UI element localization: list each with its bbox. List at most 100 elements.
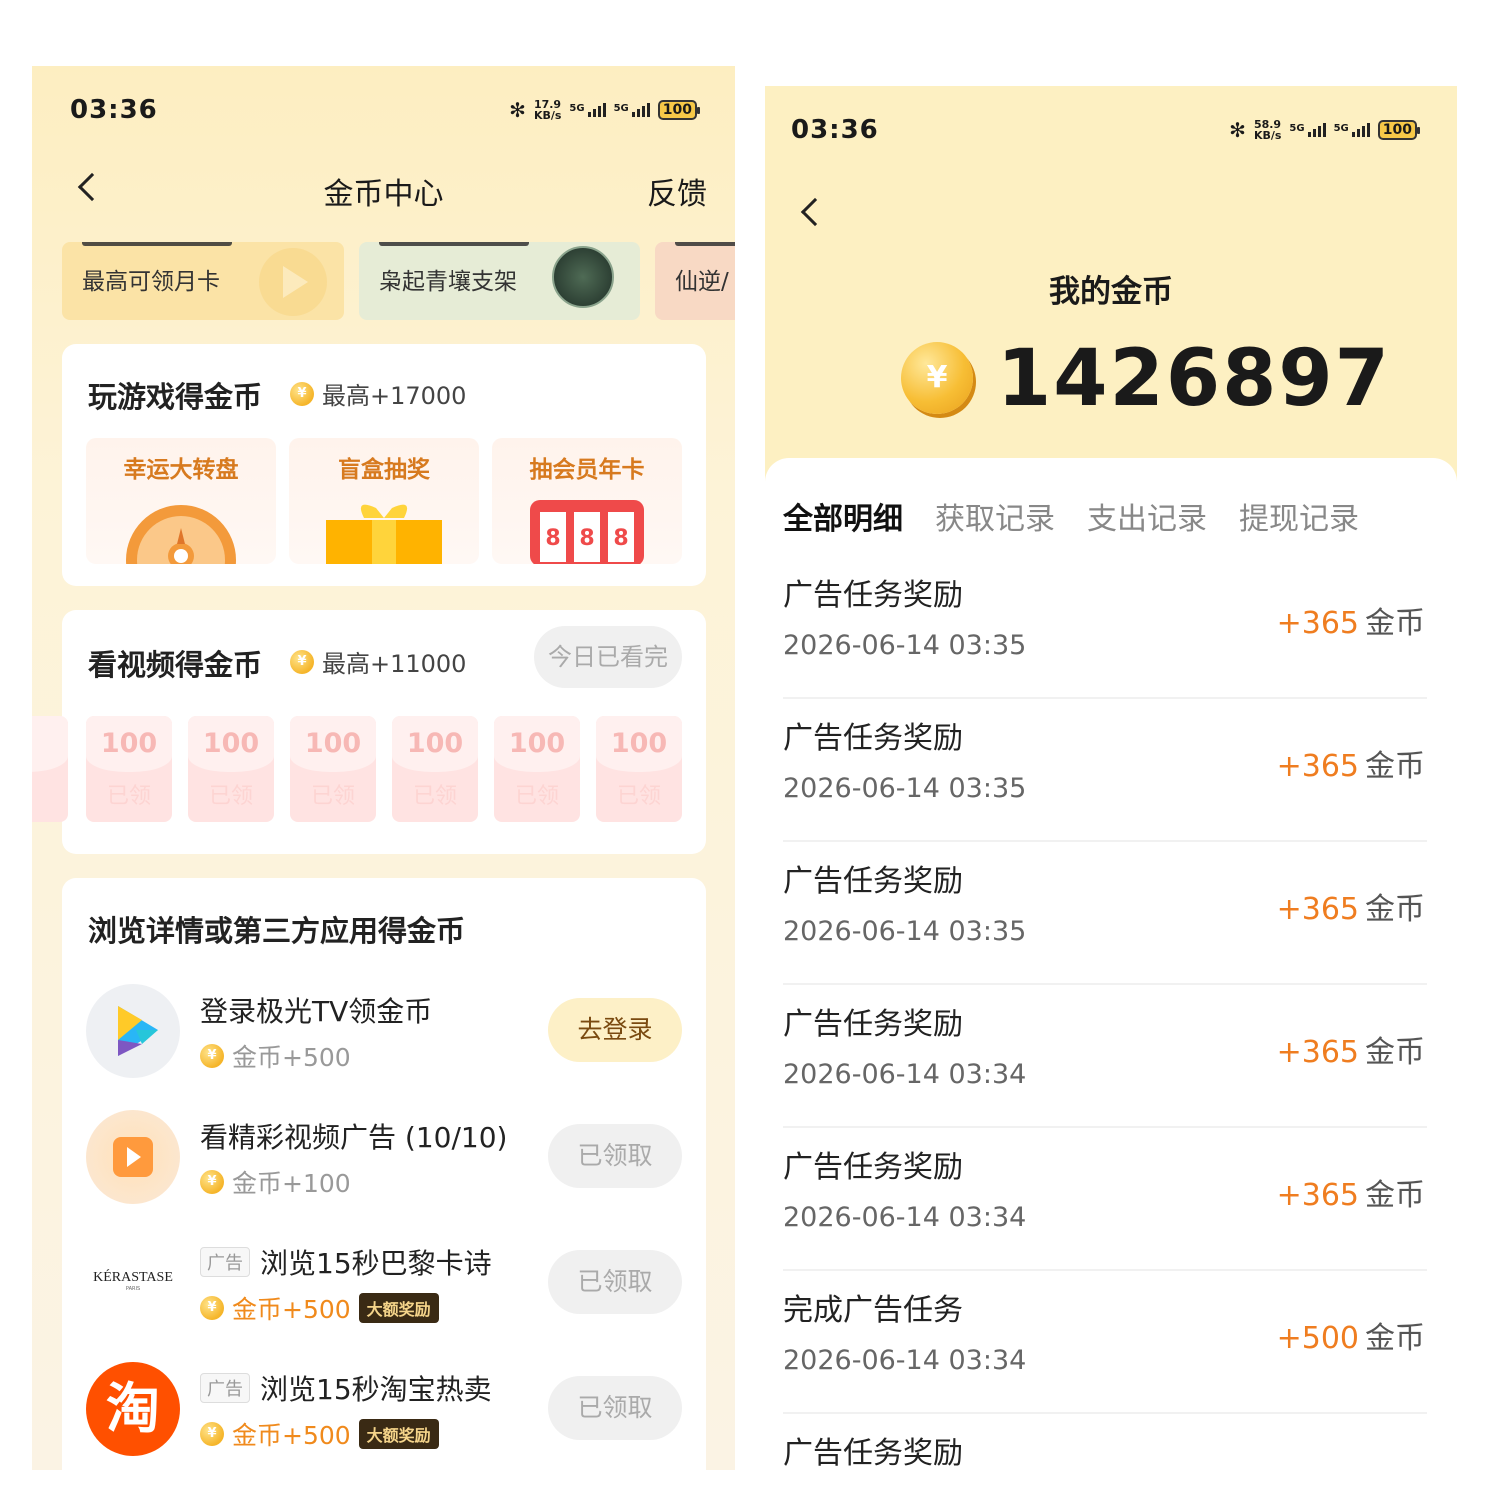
- blind-box-tile[interactable]: 盲盒抽奖: [289, 438, 479, 564]
- coin-icon: ¥: [290, 649, 314, 674]
- reward-envelope[interactable]: 100 已领: [392, 716, 478, 822]
- record-time: 2026-06-14 03:35: [783, 773, 1027, 804]
- video-card-title: 看视频得金币: [88, 648, 263, 682]
- coin-icon: ¥: [200, 1170, 224, 1194]
- claimed-button[interactable]: 已领取: [548, 1124, 682, 1188]
- bluetooth-icon: ✻: [1229, 118, 1246, 142]
- promo-card[interactable]: 仙逆/: [655, 242, 735, 320]
- task-name: 广告 浏览15秒淘宝热卖: [200, 1368, 492, 1408]
- task-name: 广告 浏览15秒巴黎卡诗: [200, 1242, 492, 1282]
- network-speed: 58.9 KB/s: [1253, 118, 1282, 142]
- tab-spend-records[interactable]: 支出记录: [1087, 494, 1207, 538]
- promo-text: 仙逆/: [675, 269, 729, 295]
- coin-icon: ¥: [290, 381, 314, 406]
- lucky-wheel-tile[interactable]: 幸运大转盘: [86, 438, 276, 564]
- record-title: 完成广告任务: [783, 1293, 963, 1328]
- claimed-button[interactable]: 已领取: [548, 1376, 682, 1440]
- tab-earn-records[interactable]: 获取记录: [935, 494, 1055, 538]
- back-icon[interactable]: [800, 197, 830, 227]
- ad-tag: 广告: [200, 1247, 250, 1277]
- record-row[interactable]: 广告任务奖励 2026-06-14 03:34 +365 金币: [783, 985, 1427, 1128]
- task-reward: ¥ 金币+500: [200, 1038, 351, 1074]
- record-row[interactable]: 广告任务奖励 2026-06-14 03:35 +365 金币: [783, 699, 1427, 842]
- balance-label: 我的金币: [1049, 274, 1173, 310]
- game-card: 玩游戏得金币 ¥ 最高+17000 幸运大转盘 盲盒抽奖 抽会员年卡 8 8 8: [62, 344, 706, 586]
- reward-envelope[interactable]: 100 已领: [188, 716, 274, 822]
- task-reward: ¥ 金币+500 大额奖励: [200, 1416, 439, 1452]
- coin-icon: ¥: [200, 1422, 224, 1446]
- big-reward-badge: 大额奖励: [358, 1293, 439, 1323]
- record-time: 2026-06-14 03:34: [783, 1059, 1027, 1090]
- game-card-title: 玩游戏得金币: [88, 380, 263, 414]
- page-title: 金币中心: [323, 177, 444, 212]
- task-row: 登录极光TV领金币 ¥ 金币+500 去登录: [62, 984, 706, 1084]
- signal-icon: 5G: [614, 103, 650, 117]
- kerastase-logo: KÉRASTASE PARIS: [86, 1236, 180, 1330]
- task-name: 登录极光TV领金币: [200, 995, 433, 1028]
- battery-icon: 100: [657, 100, 701, 120]
- game-avatar: [552, 246, 614, 308]
- slot-digit: 8: [545, 526, 560, 551]
- video-card-max: ¥ 最高+11000: [290, 644, 466, 679]
- reward-envelope[interactable]: 100 已领: [596, 716, 682, 822]
- taobao-logo: 淘: [86, 1362, 180, 1456]
- promo-text: 枭起青壤支架: [379, 269, 517, 295]
- vip-card-tile[interactable]: 抽会员年卡 8 8 8: [492, 438, 682, 564]
- signal-icon: 5G: [1289, 123, 1326, 137]
- nav-bar: 金币中心 反馈: [32, 161, 735, 221]
- login-button[interactable]: 去登录: [548, 998, 682, 1062]
- battery-icon: 100: [1377, 120, 1421, 140]
- game-card-max: ¥ 最高+17000: [290, 376, 466, 411]
- record-amount: +365 金币: [1276, 749, 1425, 784]
- record-time: 2026-06-14 03:35: [783, 630, 1027, 661]
- record-tabs: 全部明细 获取记录 支出记录 提现记录: [783, 494, 1359, 538]
- record-row[interactable]: 广告任务奖励 2026-06-14 03:34 +365 金币: [783, 1128, 1427, 1271]
- reward-envelope[interactable]: 100 已领: [290, 716, 376, 822]
- record-time: 2026-06-14 03:34: [783, 1202, 1027, 1233]
- claimed-button[interactable]: 已领取: [548, 1250, 682, 1314]
- my-coins-screen: 03:36 ✻ 58.9 KB/s 5G 5G 100 我的金币 ¥ 142689…: [765, 86, 1457, 1470]
- bluetooth-icon: ✻: [509, 98, 526, 122]
- record-time: 2026-06-14 03:35: [783, 916, 1027, 947]
- gift-box-icon: [326, 504, 442, 564]
- record-row[interactable]: 广告任务奖励: [783, 1414, 1427, 1470]
- balance-header: 03:36 ✻ 58.9 KB/s 5G 5G 100 我的金币 ¥ 142689…: [765, 86, 1457, 486]
- signal-icon: 5G: [569, 103, 606, 117]
- record-title: 广告任务奖励: [783, 1150, 963, 1185]
- task-name: 看精彩视频广告 (10/10): [200, 1121, 508, 1154]
- record-title: 广告任务奖励: [783, 578, 963, 613]
- slot-digit: 8: [613, 526, 628, 551]
- feedback-link[interactable]: 反馈: [647, 169, 707, 213]
- record-amount: +365 金币: [1276, 1178, 1425, 1213]
- task-row: 看精彩视频广告 (10/10) ¥ 金币+100 已领取: [62, 1110, 706, 1210]
- record-title: 广告任务奖励: [783, 864, 963, 899]
- record-row[interactable]: 完成广告任务 2026-06-14 03:34 +500 金币: [783, 1271, 1427, 1414]
- tab-withdraw-records[interactable]: 提现记录: [1239, 494, 1359, 538]
- record-row[interactable]: 广告任务奖励 2026-06-14 03:35 +365 金币: [783, 556, 1427, 699]
- status-bar: 03:36 ✻ 58.9 KB/s 5G 5G 100: [765, 100, 1457, 160]
- tab-all-details[interactable]: 全部明细: [783, 494, 903, 538]
- record-amount: +365 金币: [1276, 1035, 1425, 1070]
- promo-card[interactable]: 最高可领月卡: [62, 242, 344, 320]
- reward-envelope[interactable]: 100 已领: [86, 716, 172, 822]
- record-row[interactable]: 广告任务奖励 2026-06-14 03:35 +365 金币: [783, 842, 1427, 985]
- promo-card[interactable]: 枭起青壤支架: [359, 242, 640, 320]
- video-card: 看视频得金币 ¥ 最高+11000 今日已看完 100 已领 100 已领 100 已…: [32, 610, 706, 854]
- status-icons: ✻ 17.9 KB/s 5G 5G 100: [509, 98, 701, 122]
- coin-icon: ¥: [200, 1296, 224, 1320]
- big-reward-badge: 大额奖励: [358, 1419, 439, 1449]
- status-time: 03:36: [791, 115, 879, 145]
- record-amount: +365 金币: [1276, 606, 1425, 641]
- slot-digit: 8: [579, 526, 594, 551]
- video-ad-icon: [86, 1110, 180, 1204]
- task-reward: ¥ 金币+500 大额奖励: [200, 1290, 439, 1326]
- ad-tag: 广告: [200, 1373, 250, 1403]
- tv-app-icon: [86, 984, 180, 1078]
- watched-status-button[interactable]: 今日已看完: [534, 626, 682, 688]
- record-amount: +365 金币: [1276, 892, 1425, 927]
- coin-balance: 1426897: [997, 334, 1391, 424]
- task-reward: ¥ 金币+100: [200, 1164, 351, 1200]
- reward-envelope[interactable]: 100 已领: [494, 716, 580, 822]
- play-icon: [259, 248, 327, 316]
- promo-carousel[interactable]: 最高可领月卡 枭起青壤支架 仙逆/: [62, 242, 735, 320]
